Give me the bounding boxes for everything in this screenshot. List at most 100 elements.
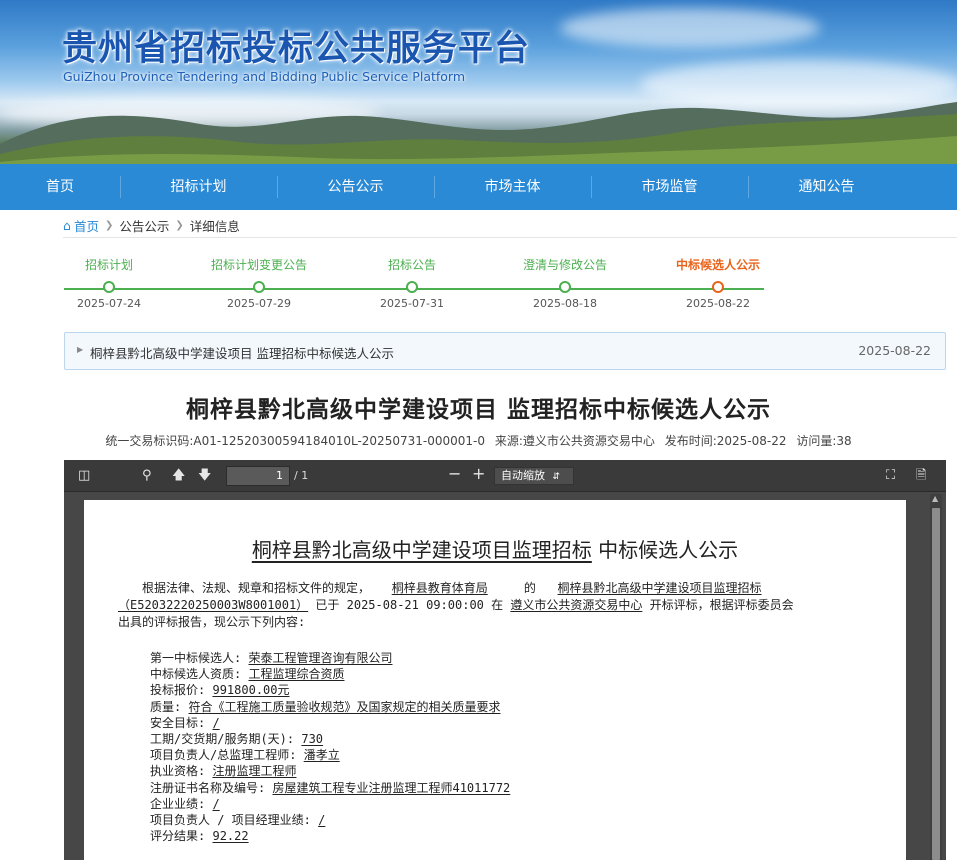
field-value: 730	[301, 732, 324, 747]
intro-text: 开标评标，根据评标委员会	[649, 598, 794, 612]
trade-id: 统一交易标识码:A01-12520300594184010L-20250731-…	[105, 434, 485, 448]
timeline-dot	[103, 281, 115, 293]
sidebar-toggle-icon[interactable]: ◫	[78, 468, 90, 484]
field-value: 工程监理综合资质	[248, 667, 345, 682]
field-row: 评分结果: 92.22	[150, 828, 510, 844]
nav-bidding-plan[interactable]: 招标计划	[120, 164, 277, 210]
chevron-right-icon: ❯	[175, 220, 184, 231]
timeline-step-label: 招标计划变更公告	[210, 258, 307, 272]
arrow-up-icon[interactable]: 🡅	[172, 468, 185, 484]
notice-bar[interactable]: ▶ 桐梓县黔北高级中学建设项目 监理招标中标候选人公示 2025-08-22	[64, 332, 946, 370]
breadcrumb-home[interactable]: 首页	[74, 216, 99, 235]
breadcrumb-announcements[interactable]: 公告公示	[119, 216, 169, 235]
field-key: 项目负责人 / 项目经理业绩:	[150, 813, 311, 828]
zoom-select[interactable]: 自动缩放 ⇵	[494, 467, 574, 485]
timeline-step[interactable]: 招标公告 2025-07-31	[337, 255, 487, 310]
timeline-step-label: 中标候选人公示	[675, 258, 760, 272]
timeline-dot	[406, 281, 418, 293]
site-subtitle: GuiZhou Province Tendering and Bidding P…	[63, 69, 466, 84]
article-title: 桐梓县黔北高级中学建设项目 监理招标中标候选人公示	[185, 397, 771, 423]
field-row: 执业资格: 注册监理工程师	[150, 763, 510, 779]
timeline-step-date: 2025-08-18	[533, 297, 597, 310]
field-key: 安全目标:	[150, 715, 206, 730]
field-value: 符合《工程施工质量验收规范》及国家规定的相关质量要求	[188, 699, 501, 714]
site-banner: 贵州省招标投标公共服务平台 GuiZhou Province Tendering…	[0, 0, 957, 164]
timeline-step[interactable]: 招标计划 2025-07-24	[34, 255, 184, 310]
timeline-dot	[253, 281, 265, 293]
timeline-step-label: 招标计划	[84, 258, 133, 272]
breadcrumb: ⌂ 首页 ❯ 公告公示 ❯ 详细信息	[63, 216, 240, 235]
timeline-step-date: 2025-07-31	[380, 297, 444, 310]
field-key: 企业业绩:	[150, 796, 206, 811]
field-key: 第一中标候选人:	[150, 651, 242, 665]
mountain-illustration	[0, 102, 957, 164]
zoom-value: 自动缩放	[501, 469, 545, 482]
field-row: 安全目标: /	[150, 715, 510, 731]
notice-title[interactable]: 桐梓县黔北高级中学建设项目 监理招标中标候选人公示	[90, 343, 394, 362]
timeline-step-label: 澄清与修改公告	[522, 258, 607, 272]
field-key: 质量:	[150, 699, 182, 714]
pdf-page: 桐梓县黔北高级中学建设项目监理招标 中标候选人公示 根据法律、法规、规章和招标文…	[84, 500, 906, 860]
field-row: 工期/交货期/服务期(天): 730	[150, 731, 510, 747]
timeline-dot	[559, 281, 571, 293]
field-value: 92.22	[212, 829, 249, 844]
field-key: 投标报价:	[150, 683, 206, 698]
field-value: 991800.00元	[212, 683, 290, 698]
intro-line-2: （E5203222025000­3W8001001） 已于 2025-08-21…	[118, 597, 878, 614]
process-timeline: 招标计划 2025-07-24 招标计划变更公告 2025-07-29 招标公告…	[64, 255, 844, 315]
scrollbar-thumb[interactable]	[932, 508, 940, 860]
timeline-dot	[712, 281, 724, 293]
nav-market-supervision[interactable]: 市场监管	[591, 164, 748, 210]
field-value: 荣泰工程管理咨询有限公司	[248, 651, 393, 665]
field-value: /	[212, 715, 220, 730]
field-value: 房屋建筑工程专业注册监理工程师41011772	[272, 780, 511, 795]
doc-title-project: 桐梓县黔北高级中学建设项目监理招标	[251, 538, 592, 562]
search-icon[interactable]: ⚲	[142, 468, 152, 484]
site-title: 贵州省招标投标公共服务平台	[62, 29, 531, 69]
zoom-in-icon[interactable]: +	[472, 466, 485, 482]
field-key: 评分结果:	[150, 829, 206, 844]
page-total: / 1	[294, 469, 309, 482]
nav-announcements[interactable]: 公告公示	[277, 164, 434, 210]
home-icon[interactable]: ⌂	[63, 218, 71, 233]
candidate-fields: 第一中标候选人: 荣泰工程管理咨询有限公司 中标候选人资质: 工程监理综合资质 …	[150, 650, 510, 844]
venue-name: 遵义市公共资源交易中心	[510, 598, 643, 612]
intro-text: 的	[523, 581, 536, 595]
field-row: 企业业绩: /	[150, 796, 510, 812]
pdf-toolbar: ◫ ⚲ 🡅 🡇 1 / 1 − + 自动缩放 ⇵ ⛶ 🗎	[64, 460, 946, 492]
timeline-step-date: 2025-07-24	[77, 297, 141, 310]
zoom-out-icon[interactable]: −	[448, 466, 461, 482]
field-row: 项目负责人/总监理工程师: 潘孝立	[150, 747, 510, 763]
article-meta: 统一交易标识码:A01-12520300594184010L-20250731-…	[0, 432, 957, 449]
fullscreen-icon[interactable]: ⛶	[886, 468, 895, 484]
field-row: 投标报价: 991800.00元	[150, 682, 510, 698]
nav-notices[interactable]: 通知公告	[748, 164, 905, 210]
triangle-right-icon: ▶	[77, 345, 84, 354]
intro-text: 已于 2025-08-21 09:00:00 在	[315, 598, 504, 612]
view-count: 访问量:38	[796, 434, 852, 448]
chevron-updown-icon: ⇵	[552, 472, 561, 482]
page-number-input[interactable]: 1	[226, 466, 290, 486]
timeline-step-active[interactable]: 中标候选人公示 2025-08-22	[643, 255, 793, 310]
nav-home[interactable]: 首页	[0, 164, 120, 210]
pdf-viewer: ◫ ⚲ 🡅 🡇 1 / 1 − + 自动缩放 ⇵ ⛶ 🗎 桐梓县黔北高级中学建设…	[64, 460, 946, 860]
field-value: 注册监理工程师	[212, 764, 297, 779]
doc-title: 桐梓县黔北高级中学建设项目监理招标 中标候选人公示	[84, 534, 906, 563]
nav-market-entities[interactable]: 市场主体	[434, 164, 591, 210]
field-key: 工期/交货期/服务期(天):	[150, 732, 295, 747]
pdf-scrollbar[interactable]: ▲	[930, 494, 942, 860]
field-value: /	[212, 796, 220, 811]
arrow-down-icon[interactable]: 🡇	[198, 468, 211, 484]
field-value: 潘孝立	[303, 748, 340, 763]
timeline-step[interactable]: 招标计划变更公告 2025-07-29	[184, 255, 334, 310]
intro-text: 根据法律、法规、规章和招标文件的规定，	[142, 581, 371, 595]
doc-intro: 根据法律、法规、规章和招标文件的规定， 桐梓县教育体育局 的 桐梓县黔北高级中学…	[118, 580, 878, 631]
download-icon[interactable]: 🗎	[916, 468, 926, 484]
article-source: 来源:遵义市公共资源交易中心	[494, 434, 655, 448]
scroll-up-icon[interactable]: ▲	[932, 494, 938, 503]
timeline-step-date: 2025-07-29	[227, 297, 291, 310]
field-key: 中标候选人资质:	[150, 667, 242, 682]
breadcrumb-current: 详细信息	[189, 219, 240, 234]
timeline-step[interactable]: 澄清与修改公告 2025-08-18	[490, 255, 640, 310]
main-nav: 首页 招标计划 公告公示 市场主体 市场监管 通知公告	[0, 164, 957, 210]
